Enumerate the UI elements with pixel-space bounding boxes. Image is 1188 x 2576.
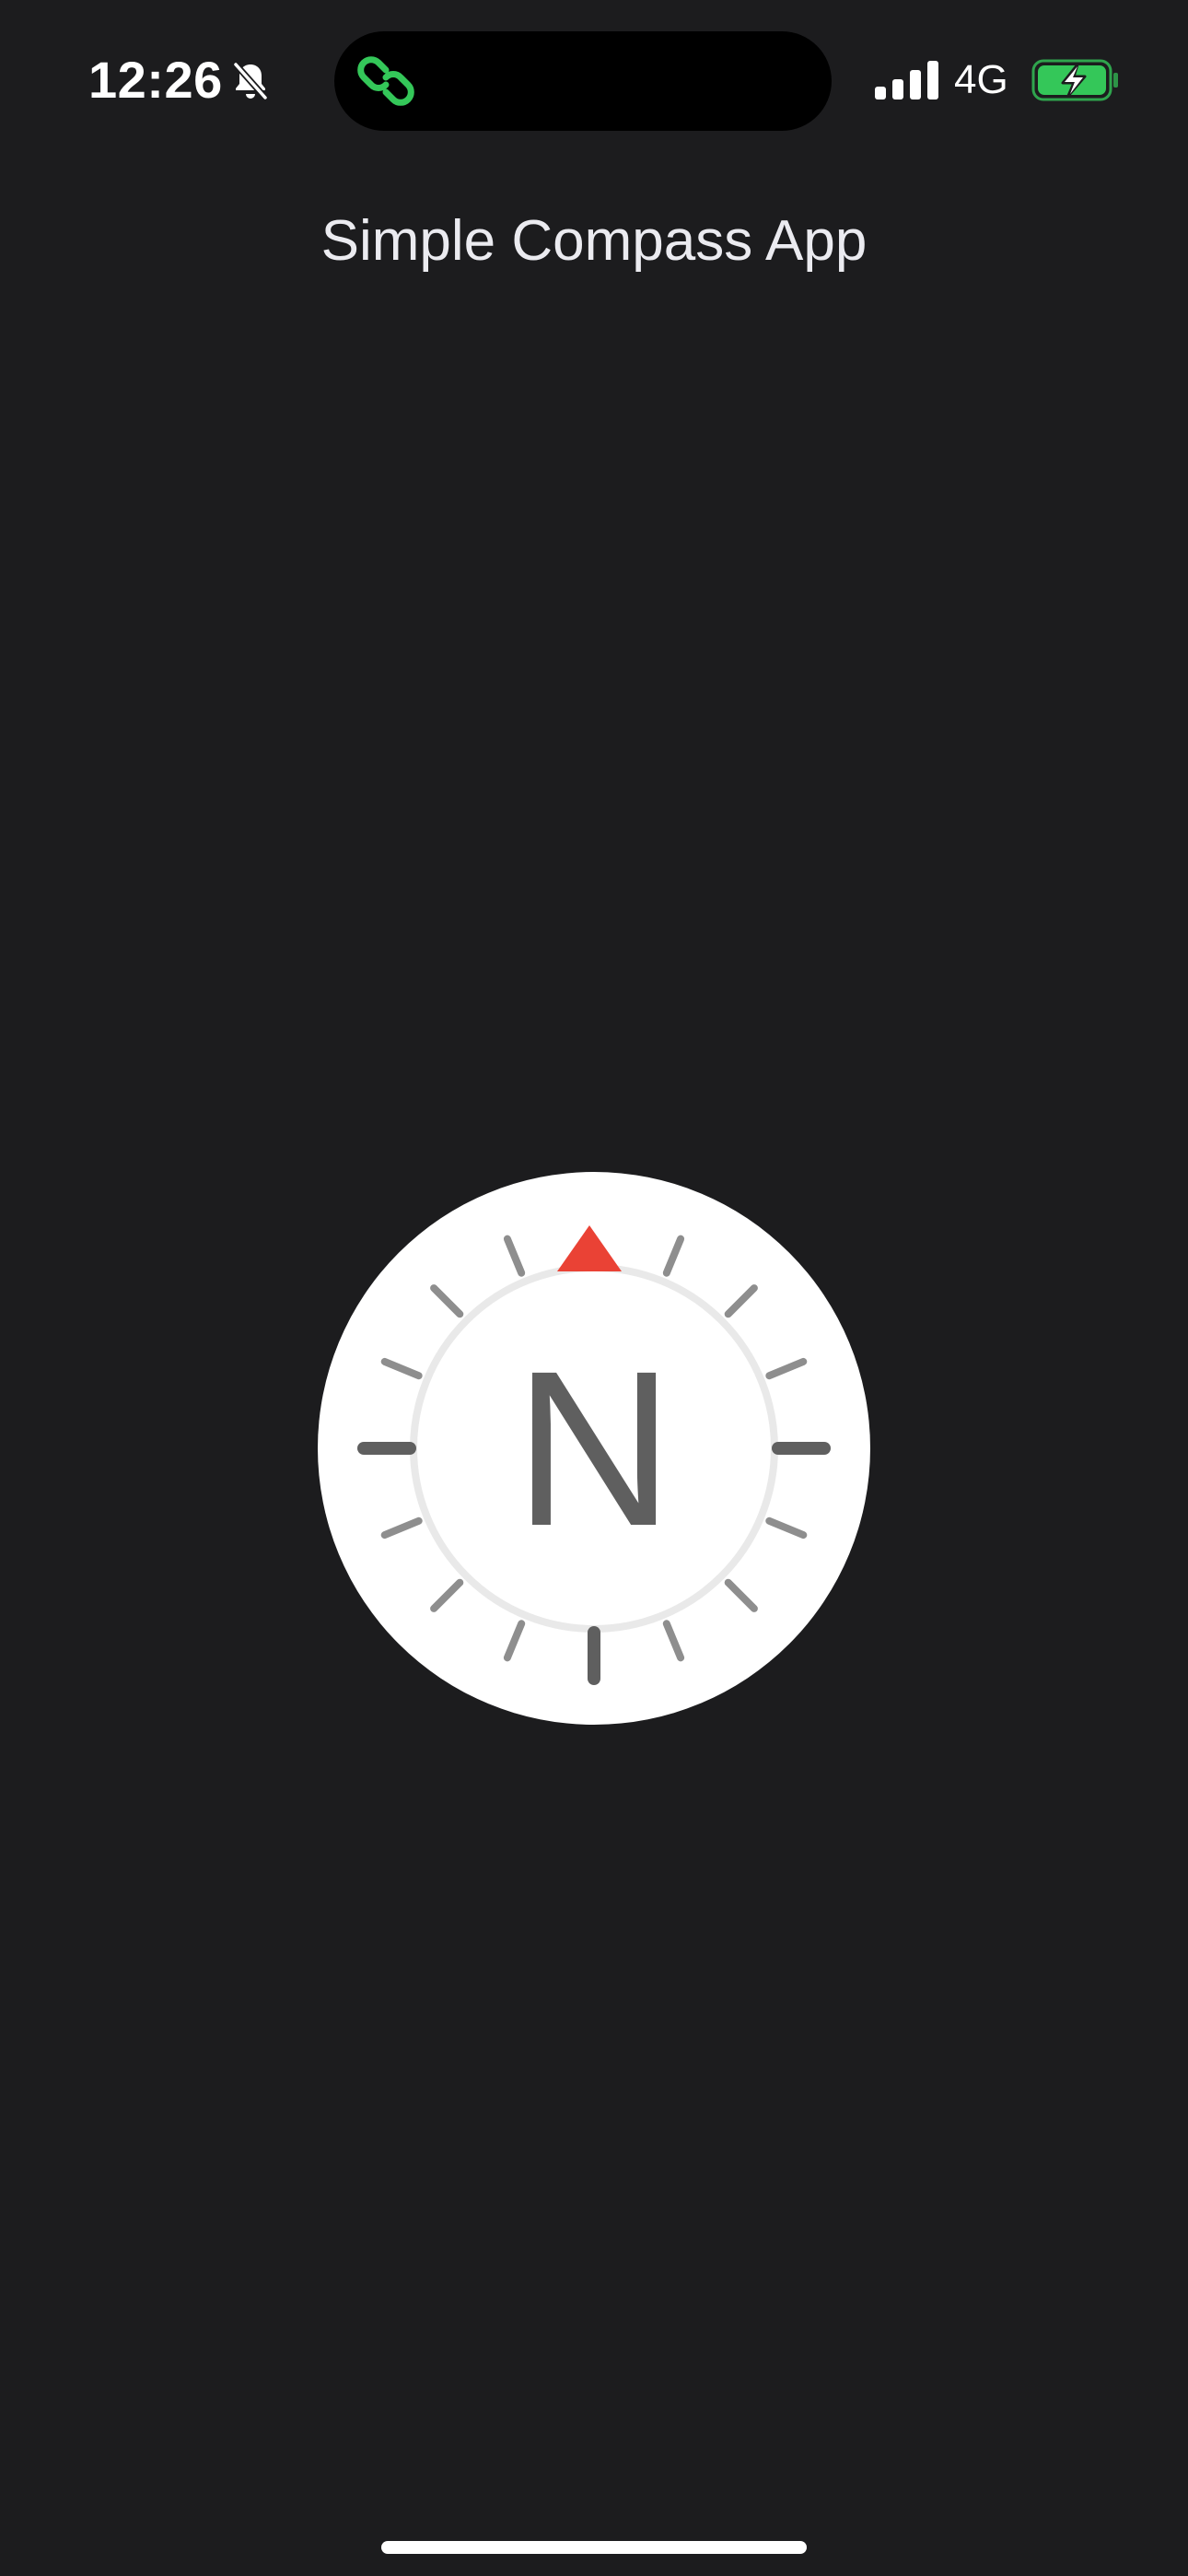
compass-heading-label: N: [514, 1325, 674, 1572]
cellular-signal-icon: [875, 61, 938, 100]
link-icon: [357, 56, 414, 106]
dynamic-island[interactable]: [334, 31, 832, 131]
screen: 12:26 4G Simple Compass App N: [0, 0, 1188, 2576]
compass-dial: N: [318, 1172, 870, 1725]
home-indicator[interactable]: [381, 2541, 807, 2554]
network-type: 4G: [954, 57, 1008, 102]
page-title: Simple Compass App: [320, 209, 868, 273]
battery-charging-icon: [1031, 59, 1118, 101]
status-bar: 12:26 4G: [0, 0, 1188, 166]
status-time: 12:26: [88, 51, 223, 109]
bell-slash-icon: [232, 61, 269, 101]
